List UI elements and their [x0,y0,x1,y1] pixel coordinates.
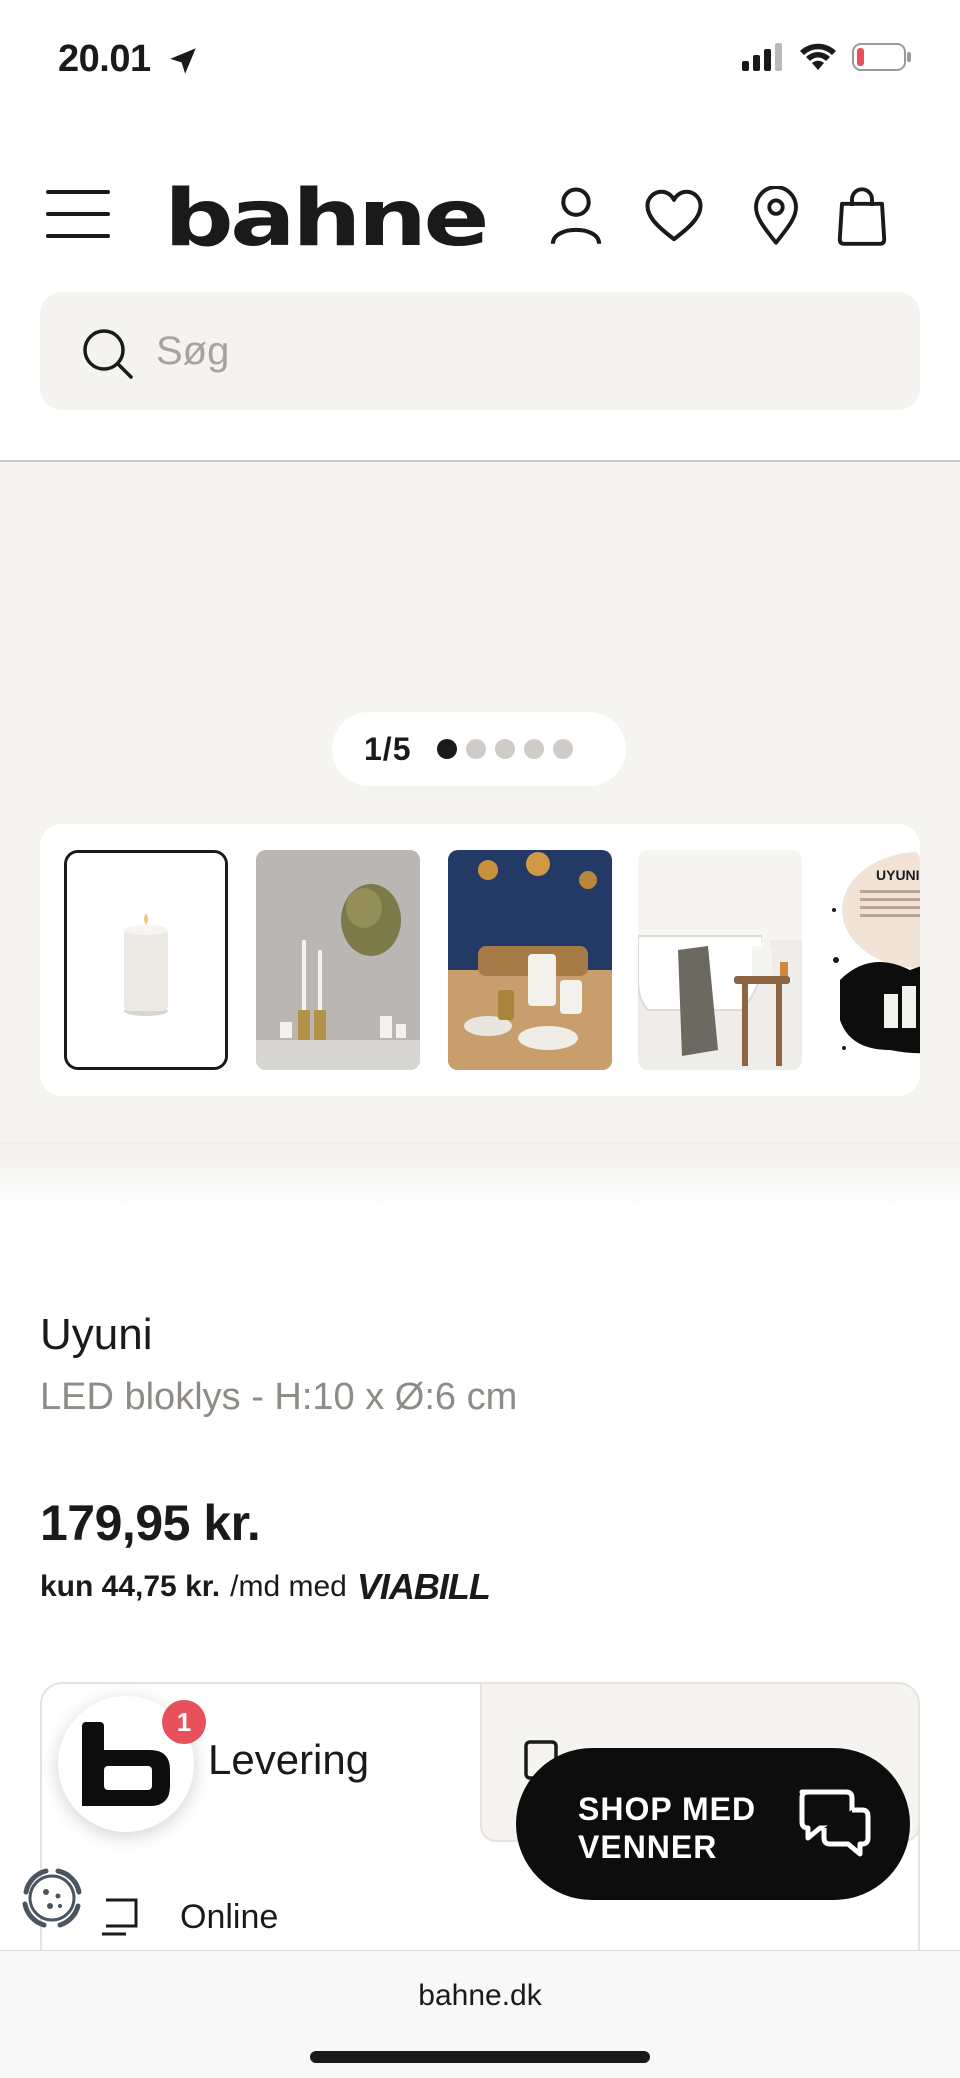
url-text[interactable]: bahne.dk [0,1979,960,2013]
installment-info[interactable]: kun 44,75 kr. /md med VIABILL [40,1566,491,1608]
product-gallery[interactable]: 1/5 UYUNI [0,462,960,1142]
thumb-table-setting[interactable] [448,850,612,1070]
thumb-candle[interactable] [64,850,228,1070]
search-bar[interactable] [40,292,920,410]
shop-with-friends-label: SHOP MED VENNER [578,1791,757,1865]
gallery-shadow [0,1142,960,1212]
cookie-settings-icon[interactable] [16,1862,88,1934]
status-indicators [742,42,912,72]
signal-icon [742,43,782,71]
product-price: 179,95 kr. [40,1495,261,1551]
pager-dot[interactable] [524,739,545,759]
installment-text: /md med [230,1570,347,1603]
pager-dot[interactable] [437,739,458,759]
notification-badge: 1 [162,1700,206,1744]
online-monitor-icon [102,1898,138,1936]
pager-dot[interactable] [495,739,516,759]
store-location-icon[interactable] [748,186,804,246]
installment-amount: kun 44,75 kr. [40,1570,221,1603]
account-icon[interactable] [548,186,604,246]
pager-dot[interactable] [466,739,487,759]
menu-icon[interactable] [46,190,110,240]
status-time: 20.01 [58,38,151,80]
product-name: Uyuni [40,1310,153,1359]
browser-url-bar[interactable]: bahne.dk [0,1950,960,2078]
home-indicator [310,2051,650,2063]
wifi-icon [800,43,836,70]
search-input[interactable] [156,322,856,380]
pager-count: 1/5 [364,730,412,767]
info-sheet-title: UYUNI L [876,867,920,883]
thumb-info-sheet[interactable]: UYUNI L [830,850,920,1070]
location-arrow-icon [170,48,196,74]
heart-icon[interactable] [644,186,704,246]
delivery-tab-label[interactable]: Levering [208,1736,369,1784]
site-logo[interactable]: bahne [164,180,490,258]
shop-with-friends-button[interactable]: SHOP MED VENNER [516,1748,910,1900]
thumb-candlesticks[interactable] [256,850,420,1070]
thumbnail-strip[interactable]: UYUNI L [40,824,920,1096]
status-bar: 20.01 [0,0,960,120]
online-option-label[interactable]: Online [180,1898,278,1937]
product-subtitle: LED bloklys - H:10 x Ø:6 cm [40,1376,518,1418]
battery-icon [852,43,911,71]
bahne-b-logo-icon [82,1722,170,1806]
pager-dot[interactable] [553,739,574,759]
chat-bubbles-icon [799,1789,871,1857]
site-header: bahne [0,170,960,260]
shopping-bag-icon[interactable] [834,186,890,246]
gallery-pager: 1/5 [332,712,626,786]
viabill-logo: VIABILL [356,1566,491,1607]
search-icon [83,329,133,379]
thumb-bathtub[interactable] [638,850,802,1070]
